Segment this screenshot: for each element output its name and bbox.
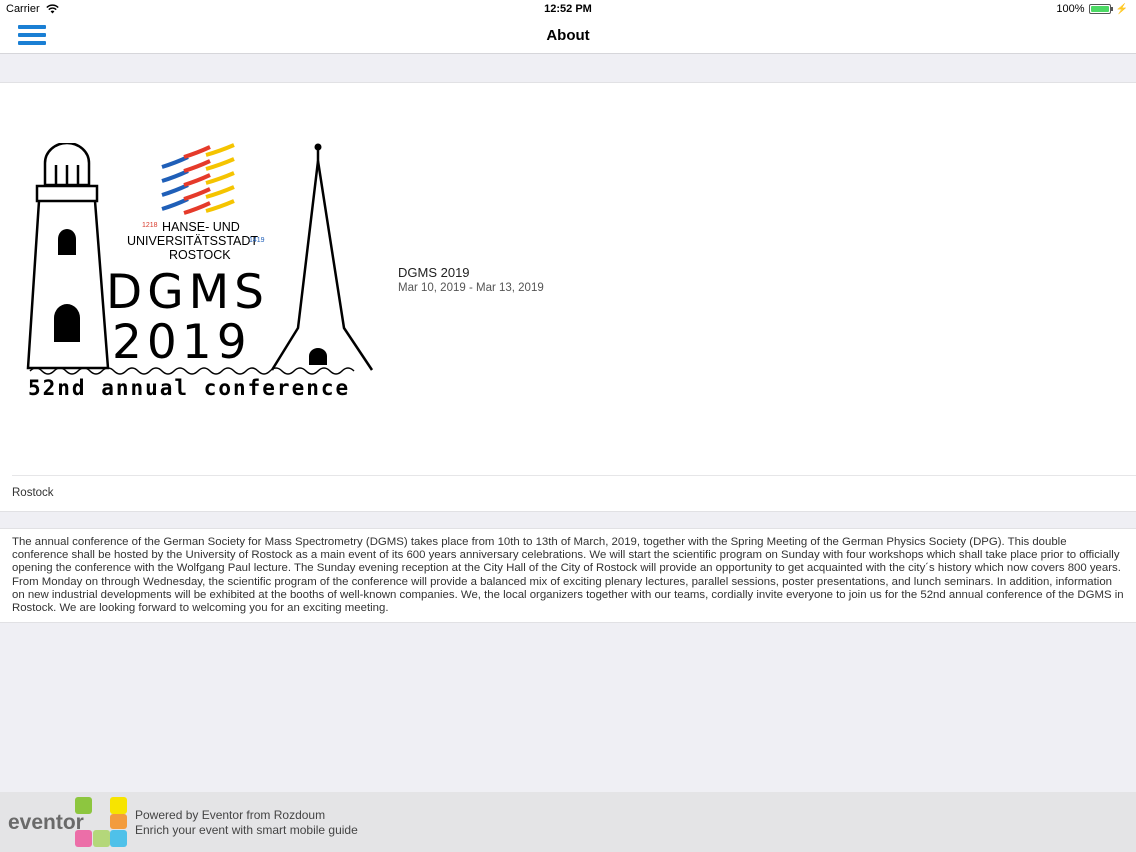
battery-percent: 100% <box>1056 3 1085 15</box>
event-title: DGMS 2019 <box>398 265 470 280</box>
logo-tagline: 52nd annual conference <box>28 376 350 400</box>
logo-city-line2: UNIVERSITÄTSSTADT <box>127 234 258 248</box>
stripes-emblem <box>161 143 235 215</box>
logo-year-left: 1218 <box>142 222 158 229</box>
description-card: The annual conference of the German Soci… <box>0 528 1136 623</box>
charging-icon: ⚡ <box>1115 3 1128 15</box>
battery-icon <box>1088 4 1113 14</box>
conference-logo: 1218 HANSE- UND UNIVERSITÄTSSTADT 1419 R… <box>26 143 374 400</box>
logo-year-right: 1419 <box>249 237 265 244</box>
eventor-logo[interactable]: eventor <box>8 795 132 849</box>
powered-by-text: Powered by Eventor from Rozdoum <box>135 808 326 822</box>
eventor-logo-text: eventor <box>8 811 84 834</box>
event-info: DGMS 2019 Mar 10, 2019 - Mar 13, 2019 <box>398 265 544 294</box>
divider <box>12 475 1136 476</box>
event-description: The annual conference of the German Soci… <box>12 536 1124 615</box>
status-time: 12:52 PM <box>544 3 592 15</box>
logo-year: 2019 <box>112 315 252 370</box>
logo-acronym: DGMS <box>106 265 269 320</box>
event-dates: Mar 10, 2019 - Mar 13, 2019 <box>398 282 544 294</box>
logo-city-line1: HANSE- UND <box>162 220 240 234</box>
page-title: About <box>546 27 590 44</box>
footer-tagline: Enrich your event with smart mobile guid… <box>135 822 358 837</box>
logo-city-line3: ROSTOCK <box>169 248 231 262</box>
footer-text: Powered by Eventor from Rozdoum Enrich y… <box>135 808 358 837</box>
footer: eventor Powered by Eventor from Rozdoum … <box>0 792 1136 852</box>
event-location: Rostock <box>12 487 54 499</box>
nav-bar: About <box>0 18 1136 54</box>
status-right: 100% ⚡ <box>1056 3 1128 15</box>
status-bar: Carrier 12:52 PM 100% ⚡ <box>0 0 1136 18</box>
spire-icon <box>270 148 374 371</box>
event-card: 1218 HANSE- UND UNIVERSITÄTSSTADT 1419 R… <box>0 82 1136 512</box>
